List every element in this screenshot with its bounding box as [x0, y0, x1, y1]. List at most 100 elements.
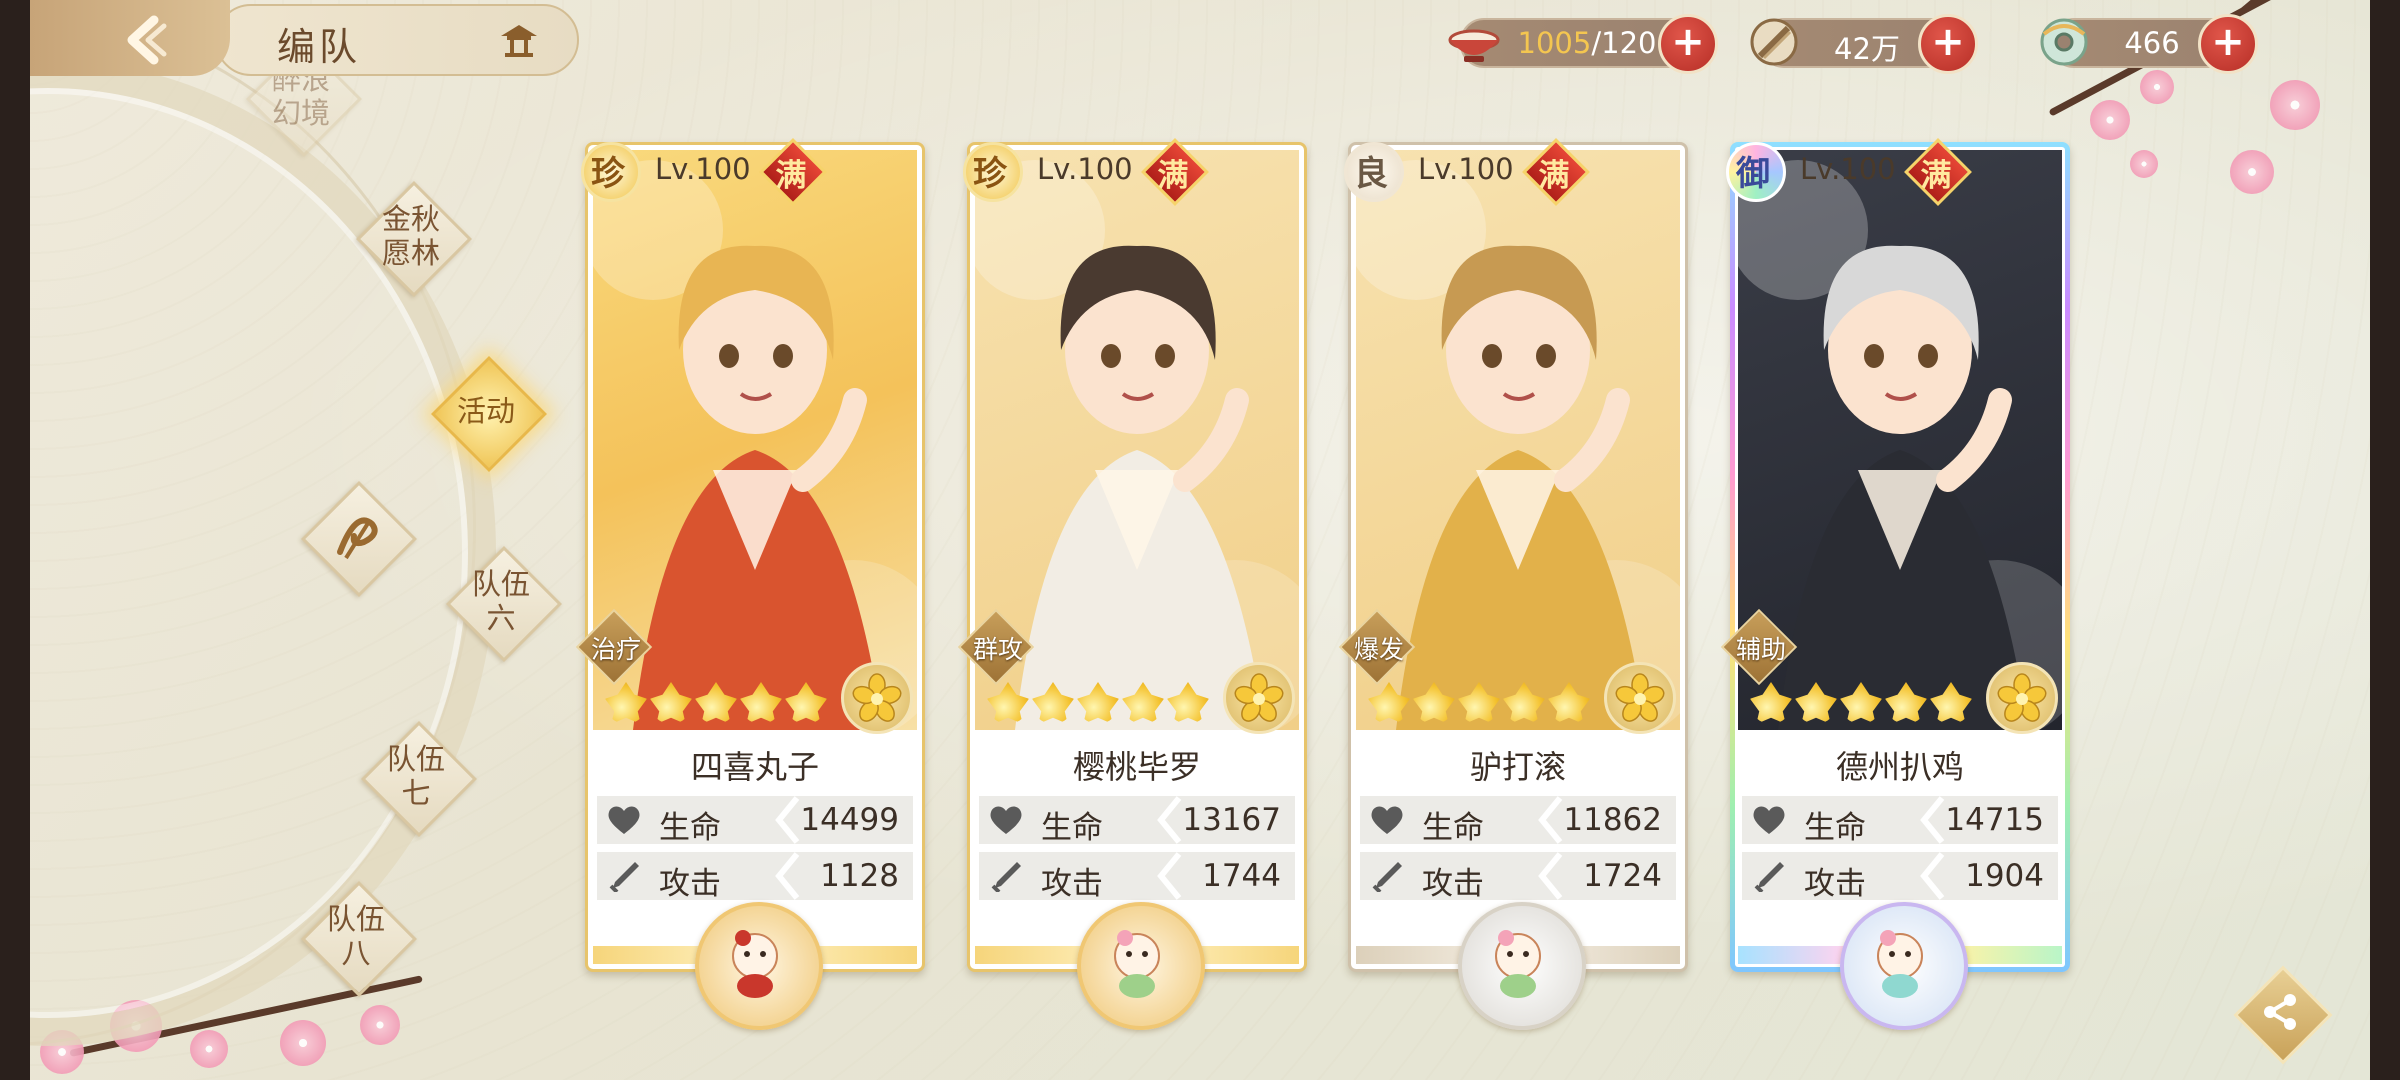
star-icon [1930, 682, 1972, 724]
nav-item-label: 活动 [456, 394, 515, 428]
hp-row: 生命 14499 [597, 796, 913, 846]
pet-slot[interactable] [1458, 902, 1586, 1030]
hp-row: 生命 14715 [1742, 796, 2058, 846]
pet-slot[interactable] [1077, 902, 1205, 1030]
star-rating [987, 682, 1209, 728]
gem-counter: 466 + [2040, 14, 2258, 74]
nav-item-4[interactable]: 队伍 六 [445, 545, 562, 662]
blossom [190, 1030, 228, 1068]
rarity-badge: 珍 [955, 134, 1025, 204]
level-label: Lv.100 [655, 152, 751, 186]
star-icon [1750, 682, 1792, 724]
pavilion-icon[interactable] [499, 22, 539, 58]
pet-slot[interactable] [1840, 902, 1968, 1030]
attack-row: 攻击 1128 [597, 852, 913, 902]
nav-item-label: 队伍 六 [471, 567, 530, 635]
back-arrow-icon [127, 15, 167, 65]
blossom [360, 1005, 400, 1045]
star-icon [1503, 682, 1545, 724]
character-name: 德州扒鸡 [1835, 748, 1964, 786]
star-icon [740, 682, 782, 724]
star-icon [1167, 682, 1209, 724]
rarity-badge: 御 [1718, 134, 1788, 204]
character-name: 驴打滚 [1469, 748, 1566, 786]
max-level-badge: 满 [1141, 138, 1209, 206]
star-icon [1122, 682, 1164, 724]
nav-item-3[interactable]: 活动 [430, 355, 547, 472]
pet-avatar-icon [1114, 930, 1160, 998]
add-coin-button[interactable]: + [1918, 14, 1978, 74]
character-card[interactable]: 珍 Lv.100 满 治疗 四喜丸子 生命 14499 攻击 1128 [575, 138, 925, 1030]
star-rating [1750, 682, 1972, 728]
blossom [2130, 150, 2158, 178]
star-icon [1548, 682, 1590, 724]
sword-icon [991, 862, 1021, 892]
star-rating [1368, 682, 1590, 728]
top-bar: 编队 1005/120 + 42万 + 466 + [30, 0, 2370, 80]
blossom [2090, 100, 2130, 140]
character-card[interactable]: 良 Lv.100 满 爆发 驴打滚 生命 11862 攻击 1724 [1338, 138, 1688, 1030]
heart-icon [1371, 806, 1403, 834]
star-icon [1885, 682, 1927, 724]
star-icon [650, 682, 692, 724]
attack-value: 1128 [820, 858, 899, 894]
max-level-badge: 满 [1522, 138, 1590, 206]
pet-avatar-icon [1495, 930, 1541, 998]
blossom [280, 1020, 326, 1066]
heart-icon [1753, 806, 1785, 834]
level-label: Lv.100 [1418, 152, 1514, 186]
hp-value: 14499 [800, 802, 899, 838]
flower-icon [841, 662, 913, 734]
level-label: Lv.100 [1037, 152, 1133, 186]
nav-item-6[interactable]: 队伍 八 [300, 880, 417, 997]
chevron-left-icon [1157, 852, 1182, 900]
sword-icon [1754, 862, 1784, 892]
role-badge: 治疗 [575, 608, 653, 686]
attack-row: 攻击 1904 [1742, 852, 2058, 902]
hp-row: 生命 13167 [979, 796, 1295, 846]
star-icon [1413, 682, 1455, 724]
rarity-badge: 良 [1336, 134, 1406, 204]
star-icon [1795, 682, 1837, 724]
hp-value: 14715 [1945, 802, 2044, 838]
pet-slot[interactable] [695, 902, 823, 1030]
swirl-emblem-button[interactable] [300, 480, 417, 597]
add-stamina-button[interactable]: + [1658, 14, 1718, 74]
share-button[interactable] [2230, 962, 2333, 1065]
nav-item-label: 队伍 七 [386, 742, 445, 810]
star-icon [1032, 682, 1074, 724]
star-icon [785, 682, 827, 724]
character-name: 樱桃毕罗 [1072, 748, 1201, 786]
hp-row: 生命 11862 [1360, 796, 1676, 846]
add-gem-button[interactable]: + [2198, 14, 2258, 74]
nav-item-2[interactable]: 金秋 愿林 [355, 180, 472, 297]
chevron-left-icon [1920, 852, 1945, 900]
character-card[interactable]: 珍 Lv.100 满 群攻 樱桃毕罗 生命 13167 攻击 1744 [957, 138, 1307, 1030]
hp-value: 11862 [1563, 802, 1662, 838]
stamina-max: /120 [1591, 26, 1657, 60]
star-icon [695, 682, 737, 724]
max-level-badge: 满 [1904, 138, 1972, 206]
nav-item-5[interactable]: 队伍 七 [360, 720, 477, 837]
blossom [2230, 150, 2274, 194]
title-plate: 编队 [215, 4, 579, 76]
character-card[interactable]: 御 Lv.100 满 辅助 德州扒鸡 生命 14715 攻击 1904 [1720, 138, 2070, 1030]
flower-icon [1986, 662, 2058, 734]
attack-row: 攻击 1724 [1360, 852, 1676, 902]
swirl-icon [337, 517, 378, 560]
attack-value: 1724 [1583, 858, 1662, 894]
star-icon [1840, 682, 1882, 724]
formation-screen: 醉浪 幻境 金秋 愿林 活动 队伍 六队伍 七队伍 八 编队 1005/120 … [30, 0, 2370, 1080]
character-name: 四喜丸子 [690, 748, 819, 786]
pet-avatar-icon [732, 930, 778, 998]
role-badge: 群攻 [957, 608, 1035, 686]
star-icon [1368, 682, 1410, 724]
chevron-left-icon [1538, 852, 1563, 900]
blossom [2270, 80, 2320, 130]
star-rating [605, 682, 827, 728]
star-icon [1077, 682, 1119, 724]
share-icon [2264, 994, 2296, 1030]
back-button[interactable] [30, 0, 230, 76]
star-icon [605, 682, 647, 724]
page-title: 编队 [277, 25, 362, 69]
